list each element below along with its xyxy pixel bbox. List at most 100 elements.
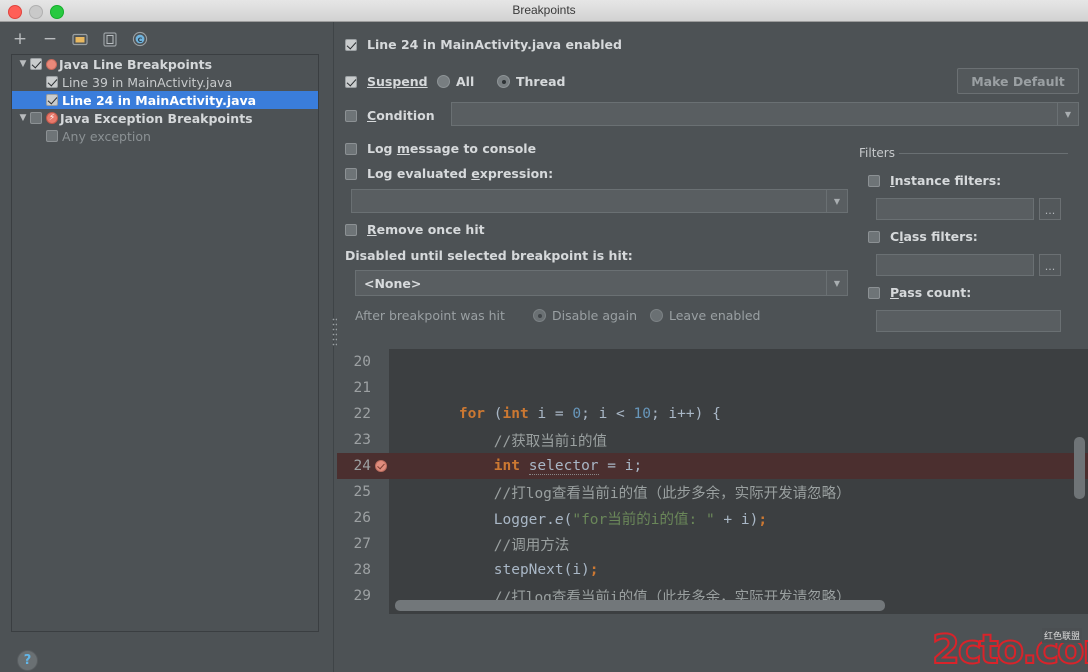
exception-breakpoint-icon: ⚡ bbox=[46, 112, 58, 124]
code-text: //调用方法 bbox=[389, 534, 569, 555]
chevron-down-icon[interactable]: ▼ bbox=[1057, 103, 1078, 125]
filters-legend: Filters bbox=[859, 146, 895, 160]
code-line: 26 Logger.e("for当前的i的值: " + i); bbox=[337, 505, 1088, 531]
pass-count-label: Pass count: bbox=[890, 285, 971, 300]
condition-row[interactable]: Condition bbox=[345, 108, 435, 123]
tree-node-checkbox[interactable] bbox=[30, 112, 42, 124]
condition-label: Condition bbox=[367, 108, 435, 123]
remove-once-hit-label: Remove once hit bbox=[367, 222, 485, 237]
suspend-label: Suspend bbox=[367, 74, 428, 89]
tree-node-label: Line 39 in MainActivity.java bbox=[62, 75, 232, 90]
code-text: for (int i = 0; i < 10; i++) { bbox=[389, 406, 721, 422]
code-text: Logger.e("for当前的i的值2: " + i); bbox=[389, 612, 776, 615]
line-number: 21 bbox=[337, 380, 371, 396]
tree-node-label: Any exception bbox=[62, 129, 151, 144]
code-text: int selector = i; bbox=[389, 458, 642, 474]
suspend-all-label: All bbox=[456, 74, 474, 89]
chevron-down-icon[interactable]: ▼ bbox=[826, 271, 847, 295]
disable-again-radio[interactable] bbox=[533, 309, 546, 322]
instance-filters-checkbox[interactable] bbox=[868, 175, 880, 187]
log-message-checkbox[interactable] bbox=[345, 143, 357, 155]
code-text: Logger.e("for当前的i的值: " + i); bbox=[389, 508, 767, 529]
line-number: 27 bbox=[337, 536, 371, 552]
group-folder-icon[interactable] bbox=[70, 29, 90, 49]
log-expression-checkbox[interactable] bbox=[345, 168, 357, 180]
log-expression-label: Log evaluated expression: bbox=[367, 166, 553, 181]
log-message-label: Log message to console bbox=[367, 141, 536, 156]
editor-vertical-scrollbar[interactable] bbox=[1074, 437, 1085, 499]
instance-filters-row[interactable]: Instance filters: bbox=[868, 173, 1001, 188]
make-default-button[interactable]: Make Default bbox=[957, 68, 1079, 94]
remove-once-hit-row[interactable]: Remove once hit bbox=[345, 222, 485, 237]
suspend-row[interactable]: Suspend bbox=[345, 74, 428, 89]
code-preview[interactable]: 20 21 22 for (int i = 0; i < 10; i++) { 23 … bbox=[337, 349, 1088, 614]
line-number: 26 bbox=[337, 510, 371, 526]
class-filters-input[interactable] bbox=[876, 254, 1034, 276]
class-filters-checkbox[interactable] bbox=[868, 231, 880, 243]
expand-twisty-icon[interactable]: ▼ bbox=[16, 113, 30, 123]
tree-node-checkbox[interactable] bbox=[46, 94, 58, 106]
log-expression-row[interactable]: Log evaluated expression: bbox=[345, 166, 553, 181]
breakpoint-enabled-label: Line 24 in MainActivity.java enabled bbox=[367, 37, 622, 52]
tree-node-checkbox[interactable] bbox=[46, 76, 58, 88]
tree-node-java-line-breakpoints[interactable]: ▼ Java Line Breakpoints bbox=[12, 55, 318, 73]
log-expression-input[interactable]: ▼ bbox=[351, 189, 848, 213]
log-message-row[interactable]: Log message to console bbox=[345, 141, 536, 156]
breakpoint-marker-icon[interactable] bbox=[375, 460, 387, 472]
code-line: 20 bbox=[337, 349, 1088, 375]
code-text: stepNext(i); bbox=[389, 562, 599, 578]
leave-enabled-radio[interactable] bbox=[650, 309, 663, 322]
code-line: 23 //获取当前i的值 bbox=[337, 427, 1088, 453]
tree-node-checkbox[interactable] bbox=[30, 58, 42, 70]
editor-lines: 20 21 22 for (int i = 0; i < 10; i++) { 23 … bbox=[337, 349, 1088, 614]
splitter-line bbox=[333, 22, 334, 672]
help-button[interactable]: ? bbox=[17, 650, 38, 671]
expand-twisty-icon[interactable]: ▼ bbox=[16, 59, 30, 69]
breakpoints-tree[interactable]: ▼ Java Line Breakpoints ▼ Line 39 in Mai… bbox=[11, 54, 319, 632]
suspend-all-radio-row[interactable]: All bbox=[437, 74, 474, 89]
after-hit-label-row: After breakpoint was hit bbox=[355, 308, 505, 323]
tree-node-java-exception-breakpoints[interactable]: ▼ ⚡ Java Exception Breakpoints bbox=[12, 109, 318, 127]
tree-node-line-39[interactable]: ▼ Line 39 in MainActivity.java bbox=[12, 73, 318, 91]
instance-filters-input[interactable] bbox=[876, 198, 1034, 220]
condition-input[interactable]: ▼ bbox=[451, 102, 1079, 126]
svg-text:C: C bbox=[138, 36, 143, 44]
tree-node-checkbox[interactable] bbox=[46, 130, 58, 142]
editor-horizontal-scrollbar[interactable] bbox=[395, 600, 885, 611]
disable-again-row[interactable]: Disable again bbox=[533, 308, 637, 323]
window-title: Breakpoints bbox=[0, 3, 1088, 17]
add-breakpoint-button[interactable]: + bbox=[10, 29, 30, 49]
chevron-down-icon[interactable]: ▼ bbox=[826, 190, 847, 212]
breakpoint-enabled-row[interactable]: Line 24 in MainActivity.java enabled bbox=[345, 37, 622, 52]
disabled-until-label: Disabled until selected breakpoint is hi… bbox=[345, 248, 633, 263]
class-circle-icon[interactable]: C bbox=[130, 29, 150, 49]
class-filters-row[interactable]: Class filters: bbox=[868, 229, 978, 244]
twisty-spacer: ▼ bbox=[16, 131, 30, 141]
suspend-thread-radio[interactable] bbox=[497, 75, 510, 88]
breakpoint-enabled-checkbox[interactable] bbox=[345, 39, 357, 51]
tree-node-line-24[interactable]: ▼ Line 24 in MainActivity.java bbox=[12, 91, 318, 109]
suspend-thread-radio-row[interactable]: Thread bbox=[497, 74, 565, 89]
tree-node-any-exception[interactable]: ▼ Any exception bbox=[12, 127, 318, 145]
line-number: 29 bbox=[337, 588, 371, 604]
document-icon[interactable] bbox=[100, 29, 120, 49]
class-filters-browse-button[interactable]: ... bbox=[1039, 254, 1061, 276]
suspend-checkbox[interactable] bbox=[345, 76, 357, 88]
code-line: 25 //打log查看当前i的值（此步多余，实际开发请忽略） bbox=[337, 479, 1088, 505]
after-hit-label: After breakpoint was hit bbox=[355, 308, 505, 323]
pass-count-checkbox[interactable] bbox=[868, 287, 880, 299]
remove-once-hit-checkbox[interactable] bbox=[345, 224, 357, 236]
pass-count-input[interactable] bbox=[876, 310, 1061, 332]
pass-count-row[interactable]: Pass count: bbox=[868, 285, 971, 300]
instance-filters-browse-button[interactable]: ... bbox=[1039, 198, 1061, 220]
code-line: 28 stepNext(i); bbox=[337, 557, 1088, 583]
code-line: 24 int selector = i; bbox=[337, 453, 1088, 479]
remove-breakpoint-button[interactable]: − bbox=[40, 29, 60, 49]
disabled-until-label-row: Disabled until selected breakpoint is hi… bbox=[345, 248, 633, 263]
line-number: 22 bbox=[337, 406, 371, 422]
line-number: 25 bbox=[337, 484, 371, 500]
disabled-until-select[interactable]: <None> ▼ bbox=[355, 270, 848, 296]
suspend-all-radio[interactable] bbox=[437, 75, 450, 88]
leave-enabled-row[interactable]: Leave enabled bbox=[650, 308, 760, 323]
condition-checkbox[interactable] bbox=[345, 110, 357, 122]
